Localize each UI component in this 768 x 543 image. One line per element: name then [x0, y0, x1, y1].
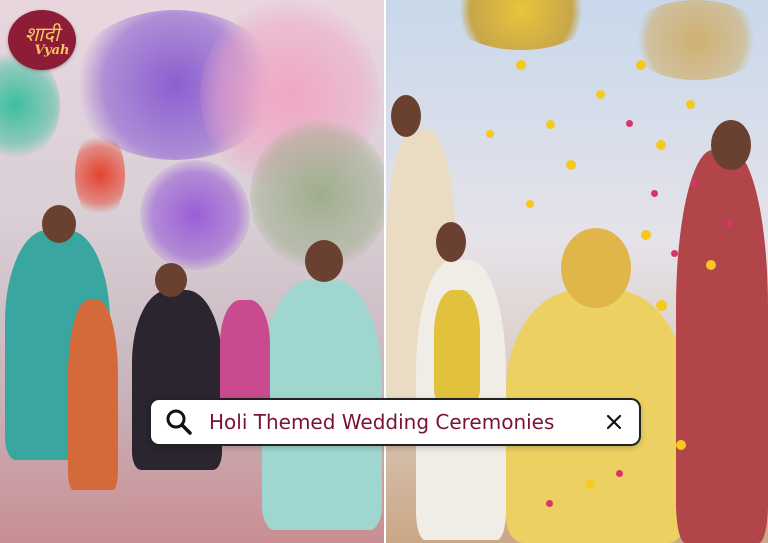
left-photo — [0, 0, 384, 543]
rose-petal — [651, 190, 658, 197]
marigold-petal — [596, 90, 605, 99]
marigold-petal — [586, 480, 595, 489]
marigold-petal — [636, 60, 646, 70]
marigold-petal — [706, 260, 716, 270]
close-icon[interactable] — [603, 411, 625, 433]
man-head — [391, 95, 421, 137]
guest-orange-saree — [68, 300, 118, 490]
search-bar[interactable]: Holi Themed Wedding Ceremonies — [149, 398, 641, 446]
rose-petal — [546, 500, 553, 507]
dancer-head — [305, 240, 343, 282]
basket-right — [626, 0, 766, 80]
rose-petal — [626, 120, 633, 127]
man-head — [711, 120, 751, 170]
violet-smoke — [140, 160, 250, 270]
man-red-jacket — [676, 150, 768, 543]
bride-face — [561, 228, 631, 308]
marigold-petal — [546, 120, 555, 129]
marigold-petal — [486, 130, 494, 138]
search-query-text[interactable]: Holi Themed Wedding Ceremonies — [209, 410, 603, 434]
man-head — [436, 222, 466, 262]
rose-petal — [671, 250, 678, 257]
dancer-head — [42, 205, 76, 243]
brand-logo[interactable]: शादी Vyah — [8, 10, 76, 70]
rose-petal — [691, 180, 698, 187]
yellow-dupatta — [434, 290, 480, 400]
dancer-head — [155, 263, 187, 297]
basket-left — [446, 0, 596, 50]
right-photo — [386, 0, 768, 543]
rose-petal — [726, 220, 733, 227]
marigold-petal — [686, 100, 695, 109]
marigold-petal — [641, 230, 651, 240]
marigold-petal — [676, 440, 686, 450]
marigold-petal — [526, 200, 534, 208]
logo-text-devanagari: शादी — [24, 21, 60, 46]
logo-text-latin: Vyah — [34, 42, 70, 58]
marigold-petal — [656, 140, 666, 150]
red-smoke — [75, 130, 125, 220]
marigold-petal — [566, 160, 576, 170]
rose-petal — [616, 470, 623, 477]
marigold-petal — [516, 60, 526, 70]
guest-pink-saree — [220, 300, 270, 410]
marigold-petal — [656, 300, 667, 311]
search-icon[interactable] — [165, 408, 193, 436]
